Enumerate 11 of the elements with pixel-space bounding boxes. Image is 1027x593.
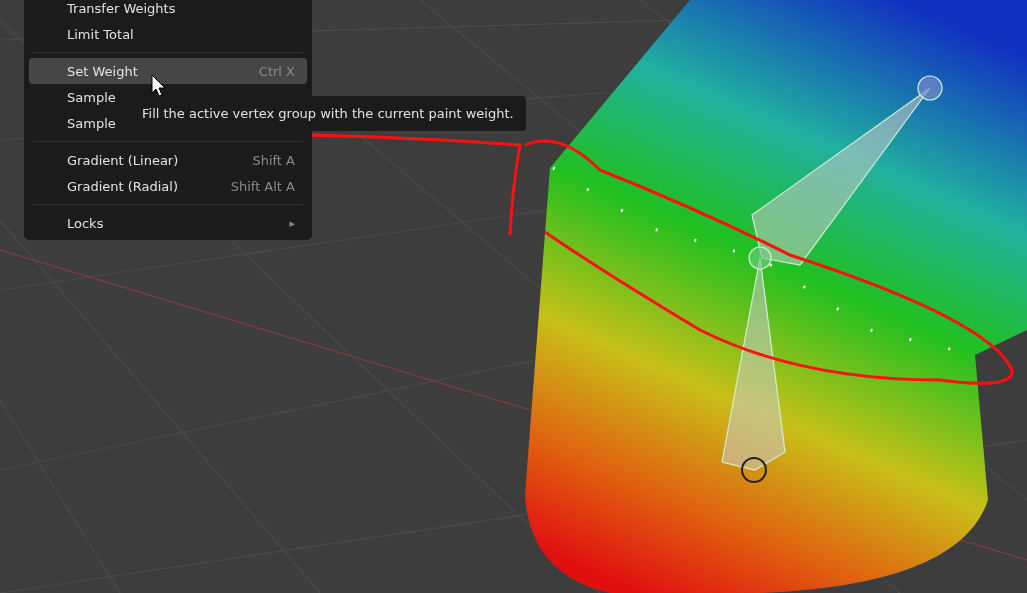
cursor-icon xyxy=(151,74,167,98)
menu-item[interactable]: Transfer Weights xyxy=(29,0,307,21)
menu-item[interactable]: Set Weight Ctrl X xyxy=(29,58,307,84)
shortcut-label: Shift A xyxy=(252,152,295,168)
submenu-arrow-icon: ▸ xyxy=(289,216,295,230)
menu-item[interactable]: Gradient (Radial) Shift Alt A xyxy=(29,173,307,199)
menu-item[interactable]: Gradient (Linear) Shift A xyxy=(29,147,307,173)
menu-item[interactable]: Limit Total xyxy=(29,21,307,47)
shortcut-label: Ctrl X xyxy=(258,63,295,79)
shortcut-label: Shift Alt A xyxy=(230,178,295,194)
menu-item[interactable]: Locks ▸ xyxy=(29,210,307,236)
